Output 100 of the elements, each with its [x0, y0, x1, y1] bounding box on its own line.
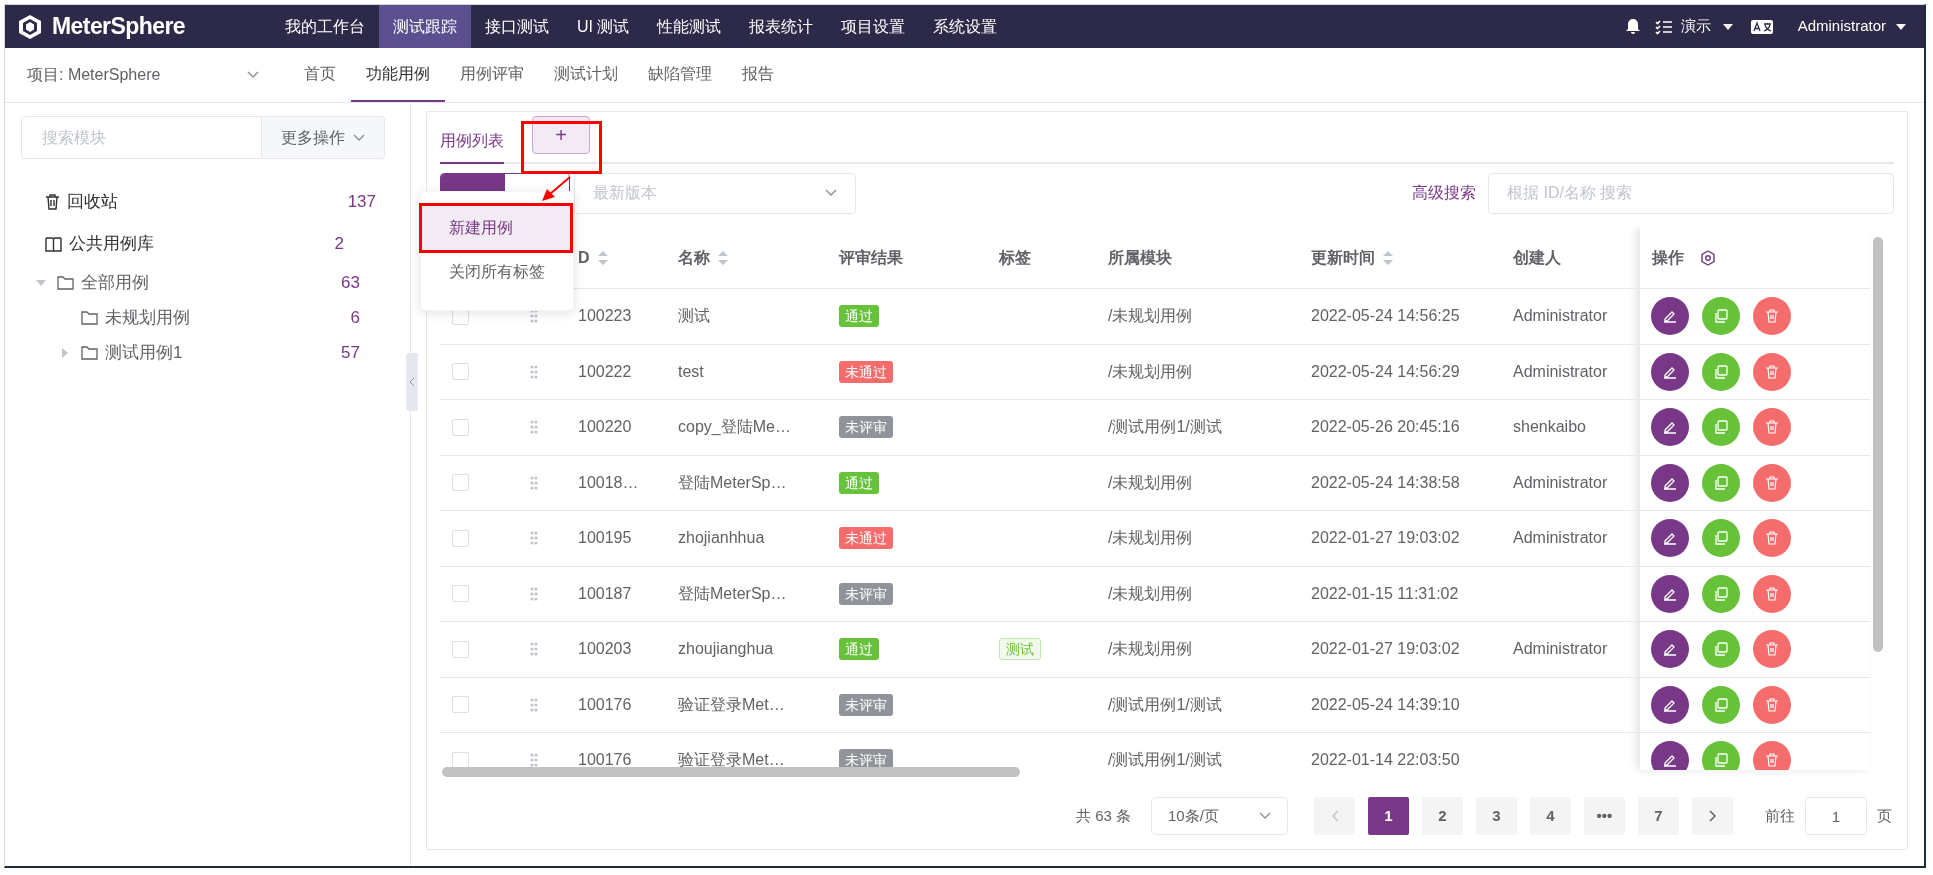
sub-nav-tab[interactable]: 功能用例: [351, 48, 445, 102]
goto-label: 前往: [1765, 805, 1795, 826]
column-header: 评审结果: [839, 247, 903, 268]
table-cell: 2022-05-24 14:38:58: [1311, 473, 1460, 491]
nav-tab[interactable]: 项目设置: [827, 5, 920, 48]
table-cell: 2022-01-15 11:31:02: [1311, 584, 1459, 602]
user-dropdown[interactable]: Administrator: [1797, 15, 1906, 38]
menu-item[interactable]: 关闭所有标签: [421, 250, 573, 294]
table-cell: Administrator: [1513, 640, 1608, 658]
column-header: 标签: [999, 247, 1031, 268]
column-header: 名称: [678, 247, 710, 268]
page-button[interactable]: 4: [1530, 797, 1571, 835]
item-count: 6: [350, 306, 361, 329]
tree-item-label[interactable]: 公共用例库: [69, 231, 154, 257]
table-cell: 100203: [578, 640, 632, 658]
tree-item-label[interactable]: 测试用例1: [105, 339, 183, 366]
more-actions-button[interactable]: 更多操作: [262, 116, 385, 159]
table-cell: 登陆MeterSp…: [678, 584, 787, 602]
sub-nav-tab[interactable]: 缺陷管理: [633, 48, 727, 102]
table-cell: 2022-05-24 14:39:10: [1311, 695, 1460, 713]
table-cell: /测试用例1/测试: [1108, 418, 1222, 436]
workspace-dropdown[interactable]: 演示: [1680, 15, 1733, 38]
table-cell: /未规划用例: [1108, 640, 1193, 658]
table-cell: 100195: [578, 529, 632, 547]
column-header: 创建人: [1513, 247, 1561, 268]
nav-tab[interactable]: 接口测试: [471, 5, 563, 48]
page-number-field[interactable]: 1: [1805, 797, 1867, 835]
table-cell: 100187: [578, 584, 632, 602]
table-cell: zhojianhhua: [678, 529, 765, 547]
status-badge: 未通过: [839, 360, 893, 383]
table-cell: copy_登陆Me…: [678, 418, 791, 436]
search-field[interactable]: 根据 ID/名称 搜索: [1488, 172, 1894, 214]
sub-nav-tab[interactable]: 首页: [289, 48, 351, 102]
status-badge: 通过: [839, 305, 879, 328]
page-button[interactable]: 2: [1422, 797, 1463, 835]
sub-nav-tab[interactable]: 用例评审: [445, 48, 539, 102]
table-cell: /未规划用例: [1108, 307, 1193, 325]
column-header: 操作: [1652, 247, 1684, 268]
advanced-search-link[interactable]: 高级搜索: [1412, 181, 1476, 205]
status-badge: 未评审: [839, 582, 893, 605]
table-cell: 100222: [578, 362, 632, 380]
table-cell: test: [678, 362, 704, 380]
column-header: D: [578, 247, 590, 268]
table-cell: 验证登录Met…: [678, 695, 785, 713]
table-cell: 2022-05-24 14:56:29: [1311, 362, 1460, 380]
table-cell: 2022-01-27 19:03:02: [1311, 640, 1460, 658]
status-badge: 未评审: [839, 416, 893, 439]
table-cell: /测试用例1/测试: [1108, 751, 1222, 769]
table-cell: 验证登录Met…: [678, 751, 785, 769]
tree-item-label[interactable]: 全部用例: [81, 269, 149, 296]
page-button[interactable]: 7: [1638, 797, 1679, 835]
table-cell: 10018…: [578, 473, 639, 491]
tag-badge: 测试: [999, 638, 1041, 661]
search-field[interactable]: 搜索模块: [21, 116, 262, 159]
project-select[interactable]: 项目: MeterSphere: [5, 55, 289, 95]
table-cell: /未规划用例: [1108, 529, 1193, 547]
column-header: 所属模块: [1108, 247, 1172, 268]
tree-item-label[interactable]: 未规划用例: [105, 304, 190, 331]
table-cell: /未规划用例: [1108, 584, 1193, 602]
table-cell: 100223: [578, 307, 632, 325]
table-cell: 100176: [578, 695, 632, 713]
item-count: 57: [341, 341, 361, 364]
table-cell: /未规划用例: [1108, 473, 1193, 491]
content-tab[interactable]: 用例列表: [440, 120, 504, 164]
sub-nav-tab[interactable]: 测试计划: [539, 48, 633, 102]
nav-tab[interactable]: 测试跟踪: [379, 5, 471, 48]
item-count: 137: [347, 191, 377, 214]
table-cell: 100220: [578, 418, 632, 436]
table-cell: Administrator: [1513, 529, 1608, 547]
nav-tab[interactable]: 我的工作台: [271, 5, 379, 48]
page-button[interactable]: 1: [1368, 797, 1409, 835]
item-count: 2: [334, 233, 345, 256]
sub-nav-tab[interactable]: 报告: [727, 48, 789, 102]
table-cell: 测试: [678, 307, 710, 325]
item-count: 63: [341, 271, 361, 294]
table-cell: shenkaibo: [1513, 418, 1586, 436]
table-cell: 2022-05-24 14:56:25: [1311, 307, 1460, 325]
status-badge: 通过: [839, 471, 879, 494]
nav-tab[interactable]: 性能测试: [643, 5, 736, 48]
nav-tab[interactable]: 系统设置: [919, 5, 1012, 48]
status-badge: 通过: [839, 638, 879, 661]
logo-text: MeterSphere: [52, 12, 185, 42]
table-cell: 2022-01-27 19:03:02: [1311, 529, 1460, 547]
status-badge: 未通过: [839, 527, 893, 550]
add-tab-button[interactable]: +: [532, 116, 590, 154]
table-cell: 2022-01-14 22:03:50: [1311, 751, 1460, 769]
goto-suffix: 页: [1877, 805, 1892, 826]
table-cell: zhoujianghua: [678, 640, 774, 658]
page-size-select[interactable]: 10条/页: [1151, 797, 1288, 835]
tree-item-label[interactable]: 回收站: [67, 189, 118, 215]
page-button[interactable]: •••: [1584, 797, 1625, 835]
table-cell: Administrator: [1513, 473, 1608, 491]
table-cell: 100176: [578, 751, 632, 769]
page-button[interactable]: 3: [1476, 797, 1517, 835]
table-cell: 2022-05-26 20:45:16: [1311, 418, 1460, 436]
table-cell: Administrator: [1513, 362, 1608, 380]
nav-tab[interactable]: 报表统计: [735, 5, 828, 48]
menu-item[interactable]: 新建用例: [421, 206, 573, 250]
status-badge: 未评审: [839, 693, 893, 716]
nav-tab[interactable]: UI 测试: [563, 5, 644, 48]
